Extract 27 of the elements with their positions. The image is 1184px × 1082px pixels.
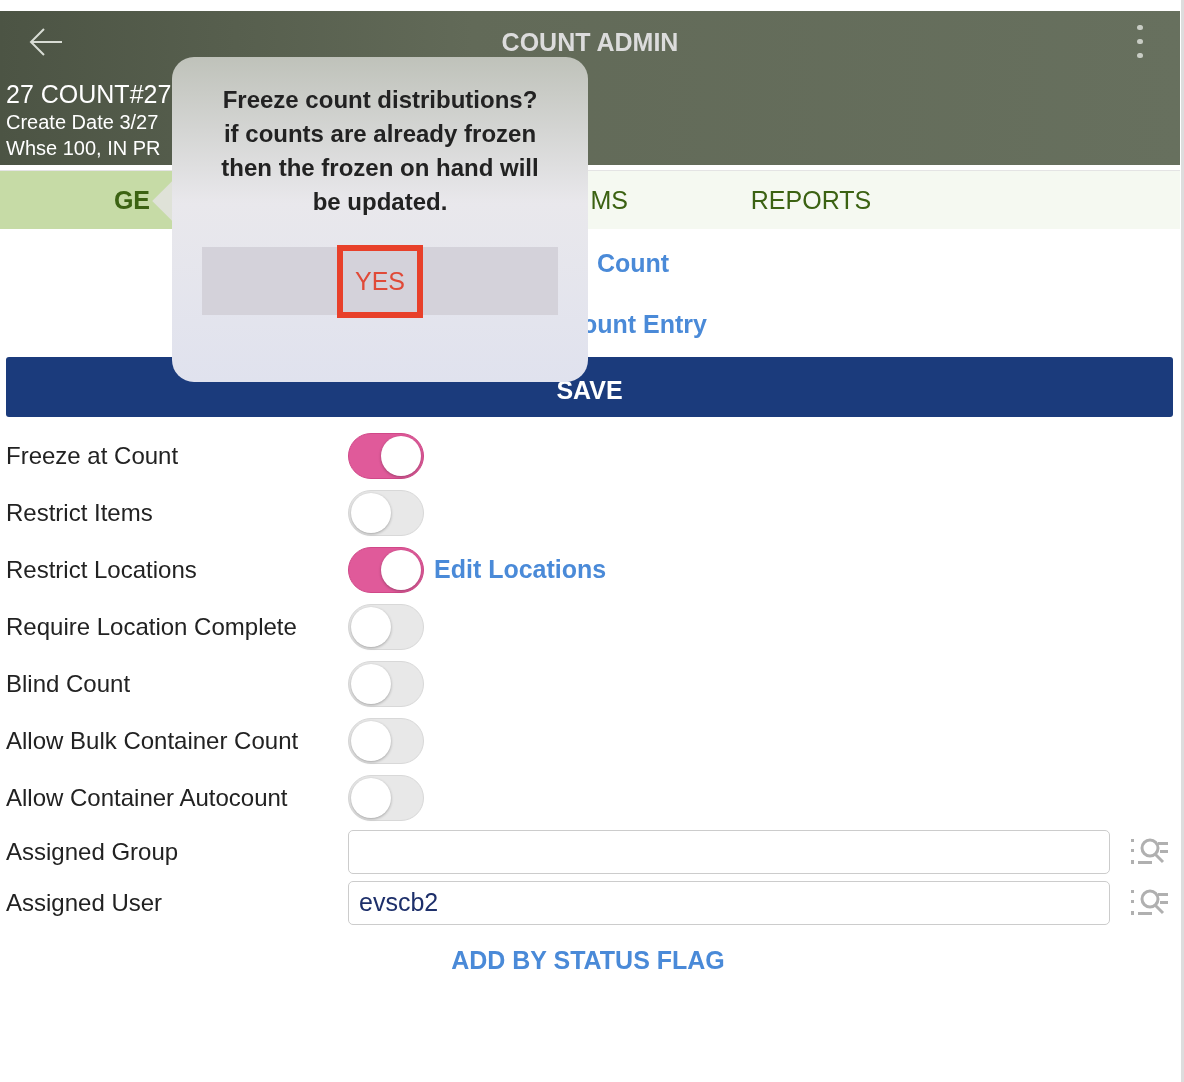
setting-label: Allow Bulk Container Count: [6, 726, 300, 755]
header-info-text: 27 COUNT#27: [6, 79, 172, 109]
popover-message: Freeze count distributions? if counts are already frozen then the frozen on hand will be updated.: [220, 85, 540, 217]
field-label: Assigned Group: [6, 837, 180, 866]
tab[interactable]: GE: [0, 171, 172, 229]
edit-locations-link[interactable]: Edit Locations: [434, 555, 607, 584]
highlight-box: YES: [337, 244, 423, 318]
input-field[interactable]: evscb2: [348, 880, 1110, 925]
toggle-switch[interactable]: [348, 432, 424, 479]
back-arrow-icon[interactable]: [28, 27, 64, 57]
field-label: Assigned User: [6, 888, 164, 917]
tab[interactable]: REPORTS: [632, 171, 1180, 229]
action-link[interactable]: Count: [597, 249, 670, 278]
input-field[interactable]: [348, 829, 1110, 874]
screen-title: COUNT ADMIN: [500, 27, 680, 57]
setting-label: Require Location Complete: [6, 612, 298, 641]
setting-label: Restrict Locations: [6, 555, 198, 584]
add-by-status-flag-link[interactable]: ADD BY STATUS FLAG: [451, 946, 725, 975]
setting-label: Restrict Items: [6, 498, 154, 527]
setting-label: Blind Count: [6, 669, 132, 698]
setting-label: Freeze at Count: [6, 441, 180, 470]
toggle-switch[interactable]: [348, 546, 424, 593]
more-menu-icon[interactable]: [1136, 25, 1144, 59]
header-info-text: Create Date 3/27: [6, 110, 159, 135]
yes-button[interactable]: YES: [202, 247, 558, 315]
header-info-text: Whse 100, IN PR: [6, 136, 161, 161]
setting-label: Allow Container Autocount: [6, 783, 289, 812]
